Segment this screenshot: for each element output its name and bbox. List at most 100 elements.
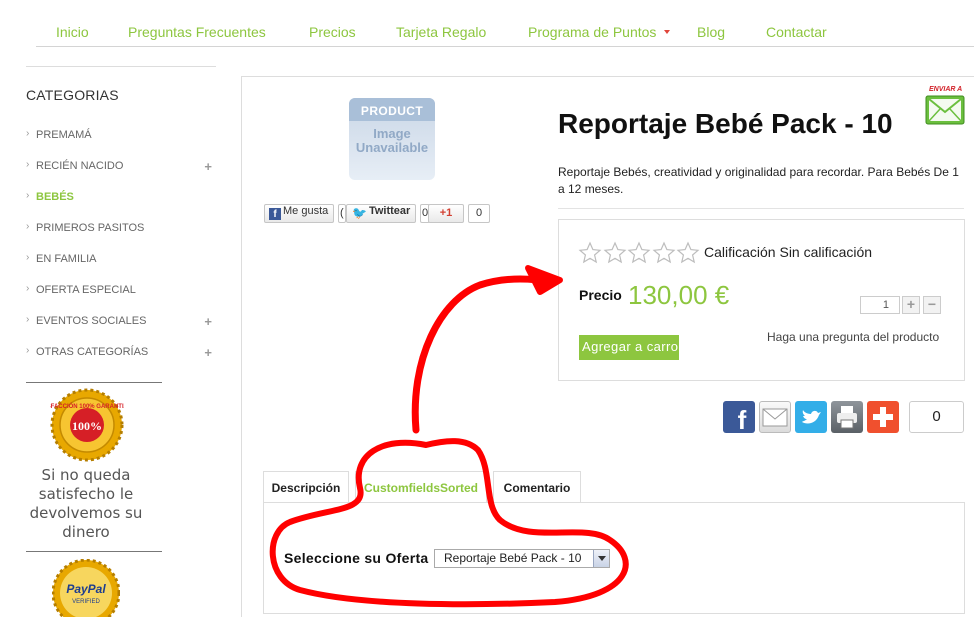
- tab-comentario[interactable]: Comentario: [493, 471, 581, 503]
- sidebar-divider: [26, 382, 162, 383]
- expand-plus-icon[interactable]: +: [204, 345, 212, 360]
- nav-item-programa-label: Programa de Puntos: [528, 24, 657, 40]
- satisfaction-guarantee-text: Si no queda satisfecho le devolvemos su …: [29, 466, 143, 541]
- offer-select-value: Reportaje Bebé Pack - 10: [444, 551, 582, 565]
- expand-plus-icon[interactable]: +: [204, 159, 212, 174]
- price-label: Precio: [579, 287, 622, 303]
- expand-plus-icon[interactable]: +: [204, 314, 212, 329]
- addthis-share-button[interactable]: [867, 401, 899, 433]
- dropdown-arrow-icon: [593, 550, 609, 567]
- print-button[interactable]: [831, 401, 863, 433]
- offer-select[interactable]: Reportaje Bebé Pack - 10: [434, 549, 610, 568]
- envelope-icon: [925, 95, 965, 125]
- nav-item-precios[interactable]: Precios: [309, 24, 356, 40]
- badge-text: SATISFACCIÓN 100% GARANTIZADO: [50, 402, 124, 410]
- sidebar-item-otras-categorias[interactable]: › OTRAS CATEGORÍAS +: [26, 345, 212, 361]
- add-to-cart-button[interactable]: Agregar a carro: [579, 335, 679, 360]
- satisfaction-guarantee-badge: 100% SATISFACCIÓN 100% GARANTIZADO: [50, 388, 124, 462]
- email-share-button[interactable]: [759, 401, 791, 433]
- nav-item-preguntas-frecuentes[interactable]: Preguntas Frecuentes: [128, 24, 266, 40]
- nav-item-blog[interactable]: Blog: [697, 24, 725, 40]
- facebook-like-label: Me gusta: [283, 205, 329, 217]
- facebook-like-count: (: [338, 204, 346, 223]
- sidebar-item-oferta-especial[interactable]: › OFERTA ESPECIAL: [26, 283, 212, 299]
- paypal-text: PayPal: [66, 582, 106, 596]
- send-to-friend-button[interactable]: ENVIAR A: [925, 86, 965, 130]
- google-plus-one-label: +1: [439, 207, 453, 219]
- categories-title: CATEGORIAS: [26, 87, 119, 103]
- svg-text:100%: 100%: [72, 419, 102, 433]
- description-divider: [558, 208, 964, 209]
- paypal-verified-badge: PayPal VERIFIED: [52, 559, 120, 617]
- tab-descripcion[interactable]: Descripción: [263, 471, 349, 503]
- price-value: 130,00 €: [628, 280, 730, 310]
- sidebar-item-label: PRIMEROS PASITOS: [36, 222, 145, 234]
- nav-item-tarjeta-regalo[interactable]: Tarjeta Regalo: [396, 24, 486, 40]
- caret-down-icon: [664, 30, 671, 34]
- sidebar-divider: [26, 551, 162, 552]
- chevron-right-icon: ›: [26, 314, 30, 325]
- logo-fragment: [548, 0, 604, 4]
- chevron-right-icon: ›: [26, 252, 30, 263]
- quantity-increase-button[interactable]: +: [902, 296, 920, 314]
- twitter-tweet-label: Twittear: [368, 205, 411, 217]
- send-to-label: ENVIAR A: [929, 86, 963, 93]
- sidebar-item-label: EVENTOS SOCIALES: [36, 315, 147, 327]
- placeholder-label: PRODUCT: [360, 104, 424, 118]
- sidebar-item-label: PREMAMÁ: [36, 129, 92, 141]
- quantity-input[interactable]: 1: [860, 296, 900, 314]
- share-count: 0: [909, 401, 964, 433]
- twitter-share-button[interactable]: [795, 401, 827, 433]
- sidebar-item-bebes[interactable]: › BEBÉS: [26, 190, 212, 206]
- offer-select-label: Seleccione su Oferta: [284, 550, 429, 566]
- ask-question-link[interactable]: Haga una pregunta del producto: [767, 330, 939, 344]
- placeholder-text: Image Unavailable: [349, 127, 435, 155]
- chevron-right-icon: ›: [26, 345, 30, 356]
- nav-item-programa-de-puntos[interactable]: Programa de Puntos: [528, 24, 671, 40]
- quantity-decrease-button[interactable]: −: [923, 296, 941, 314]
- sidebar-item-eventos-sociales[interactable]: › EVENTOS SOCIALES +: [26, 314, 212, 330]
- sidebar-item-label: EN FAMILIA: [36, 253, 97, 265]
- star-icon[interactable]: [603, 241, 627, 265]
- chevron-right-icon: ›: [26, 128, 30, 139]
- placeholder-line: Image: [373, 126, 411, 141]
- product-image-placeholder: PRODUCT Image Unavailable: [349, 98, 435, 180]
- google-plus-one-button[interactable]: +1: [428, 204, 464, 223]
- product-description: Reportaje Bebés, creatividad y originali…: [558, 165, 959, 196]
- nav-item-contactar[interactable]: Contactar: [766, 24, 827, 40]
- tab-customfieldssorted[interactable]: CustomfieldsSorted: [355, 471, 487, 503]
- twitter-bird-icon: [802, 410, 821, 424]
- paypal-sub-text: VERIFIED: [72, 599, 100, 605]
- sidebar-divider: [26, 66, 216, 67]
- sidebar-item-recien-nacido[interactable]: › RECIÉN NACIDO +: [26, 159, 212, 175]
- sidebar-item-label: OTRAS CATEGORÍAS: [36, 346, 149, 358]
- star-icon[interactable]: [578, 241, 602, 265]
- facebook-like-button[interactable]: f Me gusta: [264, 204, 334, 223]
- facebook-share-button[interactable]: f: [723, 401, 755, 435]
- chevron-right-icon: ›: [26, 221, 30, 232]
- top-navigation: Inicio Preguntas Frecuentes Precios Tarj…: [36, 18, 974, 47]
- sidebar-item-en-familia[interactable]: › EN FAMILIA: [26, 252, 212, 268]
- product-title: Reportaje Bebé Pack - 10: [558, 108, 893, 139]
- chevron-right-icon: ›: [26, 283, 30, 294]
- sidebar-item-premama[interactable]: › PREMAMÁ: [26, 128, 212, 144]
- google-plus-one-count: 0: [468, 204, 490, 223]
- printer-icon: [837, 406, 857, 429]
- chevron-right-icon: ›: [26, 159, 30, 170]
- plus-icon: [873, 407, 893, 427]
- nav-item-inicio[interactable]: Inicio: [56, 24, 89, 40]
- facebook-icon: f: [269, 208, 281, 220]
- twitter-tweet-button[interactable]: 🐦 Twittear: [346, 204, 416, 223]
- facebook-icon: f: [738, 405, 747, 435]
- star-icon[interactable]: [652, 241, 676, 265]
- sidebar-item-label: OFERTA ESPECIAL: [36, 284, 136, 296]
- star-icon[interactable]: [627, 241, 651, 265]
- placeholder-line: Unavailable: [355, 140, 429, 155]
- rating-text: Calificación Sin calificación: [704, 244, 873, 260]
- chevron-right-icon: ›: [26, 190, 30, 201]
- star-icon[interactable]: [676, 241, 700, 265]
- twitter-bird-icon: 🐦: [352, 206, 367, 220]
- sidebar-item-primeros-pasitos[interactable]: › PRIMEROS PASITOS: [26, 221, 212, 237]
- sidebar-item-label: RECIÉN NACIDO: [36, 160, 124, 172]
- envelope-icon: [762, 408, 788, 427]
